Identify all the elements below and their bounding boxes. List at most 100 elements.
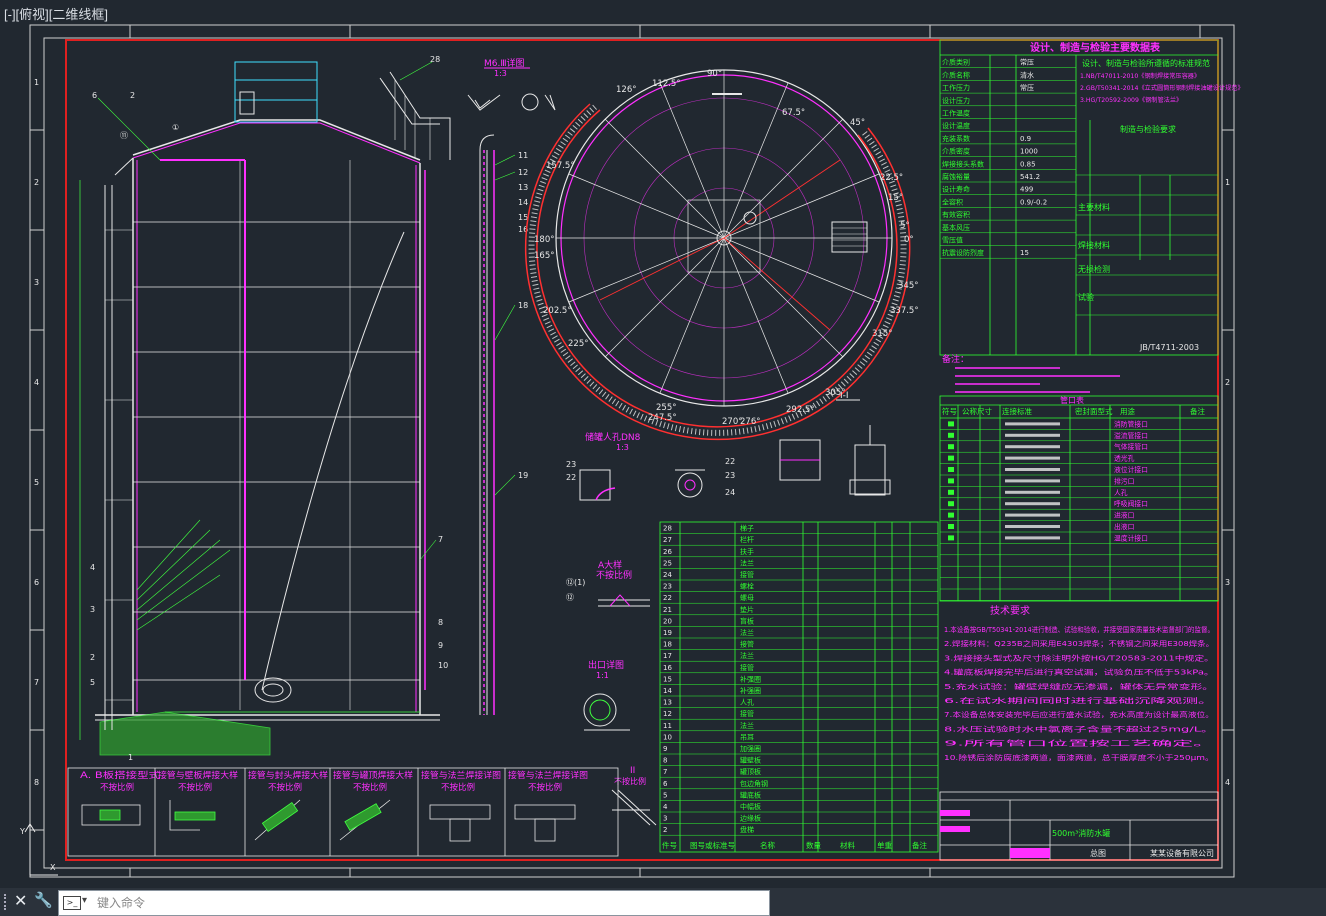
part-no: 23: [663, 583, 672, 591]
nozzle-symbol-mark: [948, 489, 954, 495]
part-no: 5: [663, 791, 667, 799]
design-row-label: 腐蚀裕量: [942, 172, 970, 181]
design-row-value: 499: [1020, 186, 1033, 194]
bottom-detail-scale: 不按比例: [100, 782, 134, 793]
svg-text:3: 3: [34, 278, 39, 287]
detail-manhole: 储罐人孔DN8 1:3 23 22 22 23 24: [566, 431, 735, 501]
svg-text:15: 15: [518, 213, 528, 222]
command-prompt-icon[interactable]: >_: [63, 896, 81, 910]
svg-text:13: 13: [518, 183, 528, 192]
svg-text:19: 19: [518, 471, 528, 480]
command-input[interactable]: [95, 891, 759, 915]
part-no: 14: [663, 687, 672, 695]
svg-text:1: 1: [34, 78, 39, 87]
svg-text:3: 3: [1225, 578, 1230, 587]
svg-text:0°: 0°: [904, 235, 914, 245]
svg-text:7: 7: [34, 678, 39, 687]
nozzle-symbol-mark: [948, 478, 954, 484]
drag-grip-icon[interactable]: [4, 894, 10, 910]
design-row-label: 设计压力: [942, 96, 970, 105]
svg-text:22: 22: [566, 473, 576, 482]
bottom-detail-title: A. B板搭接型式: [80, 770, 161, 781]
nozzle-standard-mark: [1005, 433, 1060, 437]
part-no: 6: [663, 780, 668, 788]
part-name: 加强圈: [740, 744, 761, 753]
title-block-text: 500m³消防水罐 总图 某某设备有限公司: [1052, 828, 1214, 858]
svg-text:28: 28: [430, 55, 440, 64]
part-no: 18: [663, 641, 672, 649]
command-input-wrapper[interactable]: >_ ▾: [58, 890, 770, 916]
part-name: 中幅板: [740, 802, 761, 811]
tech-req-item: 4.罐底板焊接完毕后进行真空试漏，试验负压不低于53kPa。: [944, 668, 1214, 677]
svg-text:500m³消防水罐: 500m³消防水罐: [1052, 828, 1110, 838]
svg-text:1: 1: [128, 753, 133, 762]
tech-req-item: 6.在试水期间同时进行基础沉降观测。: [944, 696, 1214, 705]
bottom-detail-title: 接管与法兰焊接详图: [421, 770, 501, 781]
detail-ii: II 不按比例: [611, 766, 657, 826]
svg-text:337.5°: 337.5°: [890, 306, 919, 316]
close-icon[interactable]: ✕: [14, 891, 27, 910]
design-row-value: 0.9/-0.2: [1020, 198, 1047, 206]
design-row-value: 常压: [1020, 83, 1034, 92]
design-row-label: 介质类别: [942, 58, 970, 67]
svg-text:23: 23: [566, 460, 576, 469]
design-row-label: 设计寿命: [942, 185, 970, 194]
chevron-down-icon[interactable]: ▾: [82, 895, 87, 906]
bottom-detail-title: 接管与封头焊接大样: [248, 770, 329, 781]
part-no: 28: [663, 525, 672, 533]
svg-text:225°: 225°: [568, 339, 588, 349]
svg-text:备注: 备注: [1190, 406, 1206, 416]
tech-req-item: 1.本设备按GB/T50341-2014进行制造、试验和验收，并接受国家质量技术…: [944, 625, 1214, 634]
part-no: 26: [663, 548, 672, 556]
design-table-title: 设计、制造与检验主要数据表: [1030, 41, 1161, 54]
part-name: 罐壁板: [740, 756, 761, 765]
tech-req-item: 3.焊接接头型式及尺寸除注明外按HG/T20583-2011中规定。: [944, 653, 1214, 662]
part-name: 法兰: [740, 628, 754, 637]
nozzle-symbol-mark: [948, 455, 954, 461]
tech-req-item: 2.焊接材料：Q235B之间采用E4303焊条；不锈钢之间采用E308焊条。: [944, 639, 1214, 648]
nozzle-use: 人孔: [1114, 489, 1128, 497]
part-no: 2: [663, 826, 667, 834]
svg-text:5: 5: [90, 678, 95, 687]
svg-text:2: 2: [90, 653, 95, 662]
design-sections: 制造与检验要求 主要材料 焊接材料 无损检测 试验 JB/T4711-2003: [1078, 124, 1199, 352]
nozzle-symbol-mark: [948, 535, 954, 541]
svg-text:8: 8: [34, 778, 39, 787]
nozzle-use: 液位计接口: [1114, 465, 1148, 474]
nozzle-standard-mark: [1005, 456, 1060, 460]
nozzle-symbol-mark: [948, 444, 954, 450]
svg-text:件号: 件号: [662, 840, 677, 850]
title-block-marks: [940, 810, 1050, 858]
nozzle-use: 溢流管接口: [1114, 431, 1148, 440]
detail-m6: M6.Ⅲ详图 1:3: [467, 57, 556, 111]
svg-text:24: 24: [725, 488, 735, 497]
tech-req-item: 8.水压试验时水中氯离子含量不超过25mg/L。: [944, 724, 1214, 733]
design-row-value: 15: [1020, 249, 1029, 257]
part-name: 接管: [740, 663, 754, 672]
design-row-label: 介质密度: [942, 147, 970, 156]
svg-text:1:1: 1:1: [596, 671, 609, 680]
svg-text:255°: 255°: [656, 403, 676, 413]
detail-a: A大样 不按比例 ⑫(1) ⑫: [566, 559, 650, 607]
part-no: 3: [663, 815, 667, 823]
ucs-icon: Y X: [19, 823, 58, 876]
svg-text:18: 18: [518, 301, 528, 310]
part-no: 21: [663, 606, 672, 614]
svg-text:3.HG/T20592-2009《钢制管法兰》: 3.HG/T20592-2009《钢制管法兰》: [1080, 96, 1182, 104]
drawing-viewport[interactable]: [-][俯视][二维线框] 12345678 1234 6 2 28 ⑪ ① 4…: [0, 0, 1326, 888]
svg-text:某某设备有限公司: 某某设备有限公司: [1150, 848, 1214, 858]
svg-text:备注: 备注: [912, 840, 927, 850]
svg-text:出口详图: 出口详图: [588, 659, 624, 671]
leader-lines: [97, 61, 516, 561]
notes-title: 备注：: [942, 353, 969, 365]
svg-text:4: 4: [1225, 778, 1230, 787]
svg-text:9: 9: [438, 641, 443, 650]
nozzle-use: 气体接管口: [1114, 442, 1148, 451]
part-name: 螺母: [740, 593, 754, 602]
wrench-icon[interactable]: 🔧: [34, 891, 53, 909]
drawing-canvas[interactable]: 12345678 1234 6 228 ⑪① 4325 78910 111213…: [0, 0, 1326, 888]
nozzle-symbol-mark: [948, 432, 954, 438]
design-row-values: 常压清水常压0.910000.85541.24990.9/-0.215: [1020, 58, 1047, 258]
nozzle-headers: 符号 公称尺寸 连接标准 密封面型式 用途 备注: [942, 406, 1206, 416]
svg-text:储罐人孔DN8: 储罐人孔DN8: [585, 431, 641, 443]
